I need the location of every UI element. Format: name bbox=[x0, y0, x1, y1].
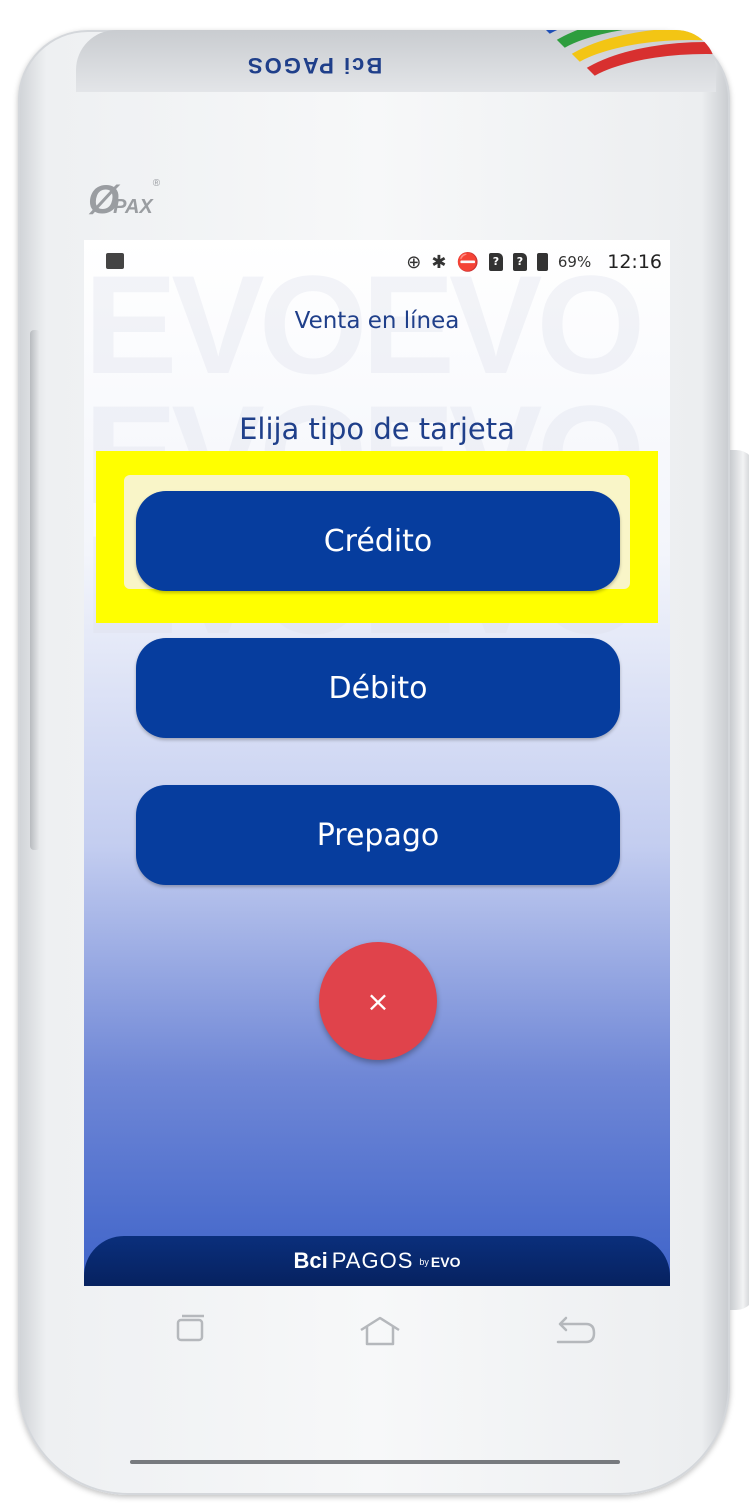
home-button[interactable] bbox=[355, 1310, 405, 1350]
printer-label: Bci PAGOS bbox=[246, 53, 383, 78]
home-icon bbox=[360, 1316, 400, 1346]
brand-bci: Bci bbox=[293, 1248, 328, 1273]
status-bar: ⊕ ✱ ⛔ ? ? 69% 12:16 bbox=[84, 240, 670, 284]
credito-button[interactable]: Crédito bbox=[136, 491, 620, 591]
pax-logo-text: PAX bbox=[113, 196, 153, 218]
battery-percent: 69% bbox=[557, 253, 592, 271]
sim2-icon: ? bbox=[512, 253, 527, 271]
receipt-printer: Bci PAGOS bbox=[76, 30, 716, 92]
recent-apps-icon bbox=[176, 1314, 204, 1342]
cancel-button[interactable]: × bbox=[319, 942, 437, 1060]
back-button[interactable] bbox=[548, 1310, 598, 1350]
brand-footer: Bci PAGOS by EVO bbox=[84, 1236, 670, 1286]
pax-logo: ØPAX® bbox=[88, 178, 160, 223]
card-reader-slot bbox=[730, 450, 749, 1310]
brand-by: by bbox=[419, 1257, 429, 1268]
do-not-disturb-icon: ⛔ bbox=[456, 251, 479, 273]
close-icon: × bbox=[366, 984, 390, 1018]
debito-button-label: Débito bbox=[328, 670, 428, 706]
card-type-prompt: Elija tipo de tarjeta bbox=[239, 412, 515, 446]
registered-mark: ® bbox=[152, 178, 161, 189]
bluetooth-icon: ✱ bbox=[431, 251, 447, 273]
credito-button-label: Crédito bbox=[323, 523, 433, 559]
battery-icon bbox=[536, 253, 548, 271]
brand-evo: EVO bbox=[430, 1254, 461, 1271]
brand-pagos: PAGOS bbox=[331, 1248, 414, 1273]
terminal-screen: EVOEVOEVOEVOEVOEVO ⊕ ✱ ⛔ ? ? 69% 12:16 V… bbox=[84, 240, 670, 1286]
prepago-button[interactable]: Prepago bbox=[136, 785, 620, 885]
debito-button[interactable]: Débito bbox=[136, 638, 620, 738]
data-saver-icon: ⊕ bbox=[406, 251, 422, 273]
side-button bbox=[30, 330, 40, 850]
back-arrow-icon bbox=[556, 1316, 596, 1344]
bci-pagos-logo: Bci PAGOS by EVO bbox=[294, 1248, 461, 1274]
image-notification-icon bbox=[106, 253, 124, 269]
screen-title: Venta en línea bbox=[294, 308, 460, 334]
recent-apps-button[interactable] bbox=[166, 1310, 216, 1350]
sim1-icon: ? bbox=[488, 253, 503, 271]
prepago-button-label: Prepago bbox=[316, 817, 440, 853]
card-swipe-slot bbox=[130, 1460, 620, 1464]
clock: 12:16 bbox=[607, 251, 662, 273]
